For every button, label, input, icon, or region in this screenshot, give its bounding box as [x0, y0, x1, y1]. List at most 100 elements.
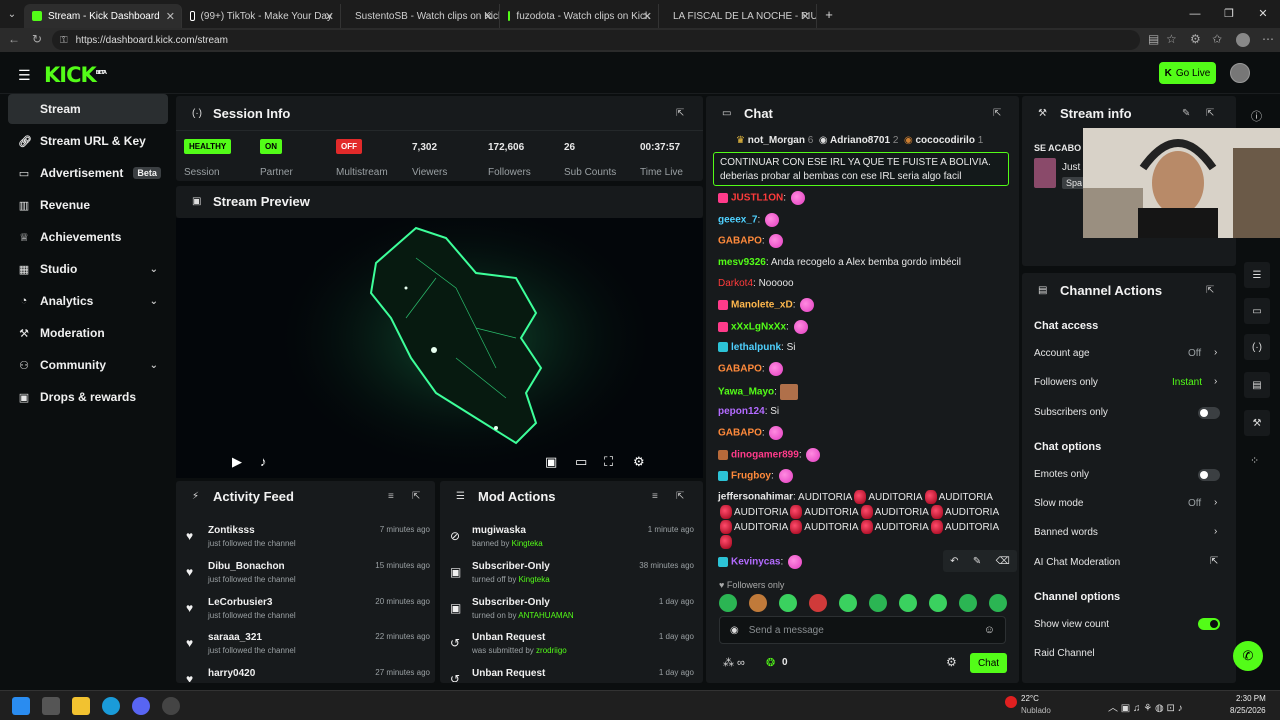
close-tab-icon[interactable]: ✕	[484, 10, 493, 23]
follower-name[interactable]: Dibu_Bonachon	[208, 561, 285, 572]
avatar[interactable]	[1230, 63, 1250, 83]
emote-icon[interactable]	[809, 594, 827, 612]
popout-icon[interactable]: ⇱	[1206, 285, 1214, 296]
popout-icon[interactable]: ⇱	[676, 108, 684, 119]
hamburger-menu-icon[interactable]: ☰	[18, 67, 31, 84]
chat-username[interactable]: dinogamer899	[731, 450, 799, 461]
obs-icon[interactable]	[162, 697, 180, 715]
sidebar-item-revenue[interactable]: ▥ Revenue	[8, 190, 168, 220]
close-tab-icon[interactable]: ✕	[801, 10, 810, 23]
tab-tiktok[interactable]: (99+) TikTok - Make Your Day ✕	[182, 4, 341, 28]
follower-name[interactable]: saraaa_321	[208, 632, 262, 643]
chat-username[interactable]: JUSTL1ON	[731, 193, 783, 204]
gear-icon[interactable]: ⚙	[946, 655, 957, 669]
info-icon[interactable]: ⓘ	[1251, 108, 1262, 124]
slow-mode-label[interactable]: Slow mode	[1034, 498, 1083, 509]
sidebar-item-drops[interactable]: ▣ Drops & rewards	[8, 382, 168, 412]
pip-icon[interactable]: ▣	[545, 454, 557, 470]
rail-wrench-button[interactable]: ⚒	[1244, 410, 1270, 436]
follower-name[interactable]: Zontiksss	[208, 525, 255, 536]
ai-moderation-label[interactable]: AI Chat Moderation	[1034, 557, 1120, 568]
popout-icon[interactable]: ⇱	[993, 108, 1001, 119]
file-explorer-icon[interactable]	[72, 697, 90, 715]
emote-icon[interactable]	[749, 594, 767, 612]
more-options-icon[interactable]: ⁘	[1250, 454, 1259, 467]
emoji-icon[interactable]: ☺	[984, 624, 995, 636]
edit-icon[interactable]: ✎	[1182, 108, 1190, 119]
task-view-icon[interactable]	[42, 697, 60, 715]
emote-icon[interactable]	[839, 594, 857, 612]
emote-icon[interactable]	[929, 594, 947, 612]
theater-icon[interactable]: ▭	[575, 454, 587, 470]
more-icon[interactable]: ⋯	[1262, 32, 1274, 46]
chevron-right-icon[interactable]: ›	[1214, 347, 1217, 358]
rail-server-button[interactable]: ▤	[1244, 372, 1270, 398]
back-icon[interactable]: ←	[8, 32, 20, 46]
pin-icon[interactable]: ✎	[973, 556, 981, 567]
sidebar-item-advertisement[interactable]: ▭ Advertisement Beta	[8, 158, 168, 188]
help-chat-button[interactable]: ✆	[1233, 641, 1263, 671]
chat-username[interactable]: Kevinycas	[731, 557, 780, 568]
chat-username[interactable]: GABAPO	[718, 236, 762, 247]
maximize-icon[interactable]: ❐	[1212, 0, 1246, 28]
chat-username[interactable]: jeffersonahimar	[718, 492, 793, 503]
chat-username[interactable]: GABAPO	[718, 428, 762, 439]
chat-username[interactable]: pepon124	[718, 406, 765, 417]
rail-chat-button[interactable]: ▭	[1244, 298, 1270, 324]
extensions-icon[interactable]: ⚙	[1190, 32, 1201, 46]
emote-icon[interactable]	[869, 594, 887, 612]
mod-target[interactable]: mugiwaska	[472, 525, 526, 536]
reader-icon[interactable]: ▤	[1148, 32, 1159, 46]
profile-avatar[interactable]	[1236, 33, 1250, 47]
tray-icons[interactable]: ︿ ▣ ♫ ⚘ ◍ ⊡ ♪	[1108, 699, 1183, 714]
chat-username[interactable]: lethalpunk	[731, 342, 781, 353]
chat-username[interactable]: xXxLgNxXx	[731, 322, 786, 333]
popout-icon[interactable]: ⇱	[412, 491, 420, 502]
tab-stream-kick-dashboard[interactable]: Stream - Kick Dashboard ✕	[24, 4, 182, 28]
chevron-right-icon[interactable]: ›	[1214, 526, 1217, 537]
close-tab-icon[interactable]: ✕	[166, 10, 175, 23]
close-window-icon[interactable]: ✕	[1246, 0, 1280, 28]
close-tab-icon[interactable]: ✕	[643, 10, 652, 23]
rail-list-button[interactable]: ☰	[1244, 262, 1270, 288]
subscribers-only-toggle[interactable]	[1198, 407, 1220, 419]
chat-settings-icon[interactable]: ⁂ ∞	[723, 656, 745, 669]
collections-icon[interactable]: ✩	[1212, 32, 1222, 46]
sidebar-item-achievements[interactable]: ♕ Achievements	[8, 222, 168, 252]
moderator-name[interactable]: Kingteka	[512, 539, 543, 548]
play-icon[interactable]: ▶	[232, 454, 242, 470]
sidebar-item-moderation[interactable]: ⚒ Moderation	[8, 318, 168, 348]
popout-icon[interactable]: ⇱	[1206, 108, 1214, 119]
tab-menu-icon[interactable]: ⌄	[0, 9, 24, 20]
chat-username[interactable]: Darkot4	[718, 278, 753, 289]
edge-browser-icon[interactable]	[102, 697, 120, 715]
chat-username[interactable]: Manolete_xD	[731, 300, 793, 311]
minimize-icon[interactable]: —	[1178, 0, 1212, 28]
refresh-icon[interactable]: ↻	[32, 32, 42, 46]
follower-name[interactable]: LeCorbusier3	[208, 597, 272, 608]
moderator-name[interactable]: zrodriigo	[536, 646, 567, 655]
site-info-icon[interactable]: ⚿	[60, 35, 68, 46]
mute-icon[interactable]: ♪	[260, 454, 267, 469]
external-link-icon[interactable]: ⇱	[1210, 556, 1218, 567]
sidebar-item-stream[interactable]: Stream	[8, 94, 168, 124]
moderator-name[interactable]: Kingteka	[519, 575, 550, 584]
fullscreen-icon[interactable]: ⛶	[604, 454, 613, 470]
filter-icon[interactable]: ≡	[652, 491, 658, 502]
emote-icon[interactable]	[779, 594, 797, 612]
url-field[interactable]: ⚿ https://dashboard.kick.com/stream	[52, 30, 1140, 50]
favorite-icon[interactable]: ☆	[1166, 32, 1177, 46]
chat-username[interactable]: geeex_7	[718, 215, 757, 226]
settings-icon[interactable]: ⚙	[633, 454, 645, 470]
chevron-right-icon[interactable]: ›	[1214, 376, 1217, 387]
show-view-count-toggle[interactable]	[1198, 618, 1220, 630]
emote-icon[interactable]	[719, 594, 737, 612]
chat-input[interactable]: ◉ Send a message ☺	[719, 616, 1006, 644]
emote-icon[interactable]	[899, 594, 917, 612]
moderator-name[interactable]: ANTAHUAMAN	[518, 611, 573, 620]
chat-username[interactable]: GABAPO	[718, 364, 762, 375]
popout-icon[interactable]: ⇱	[676, 491, 684, 502]
chat-username[interactable]: mesv9326	[718, 257, 766, 268]
rail-broadcast-button[interactable]: (·)	[1244, 334, 1270, 360]
sidebar-item-community[interactable]: ⚇ Community ⌄	[8, 350, 168, 380]
